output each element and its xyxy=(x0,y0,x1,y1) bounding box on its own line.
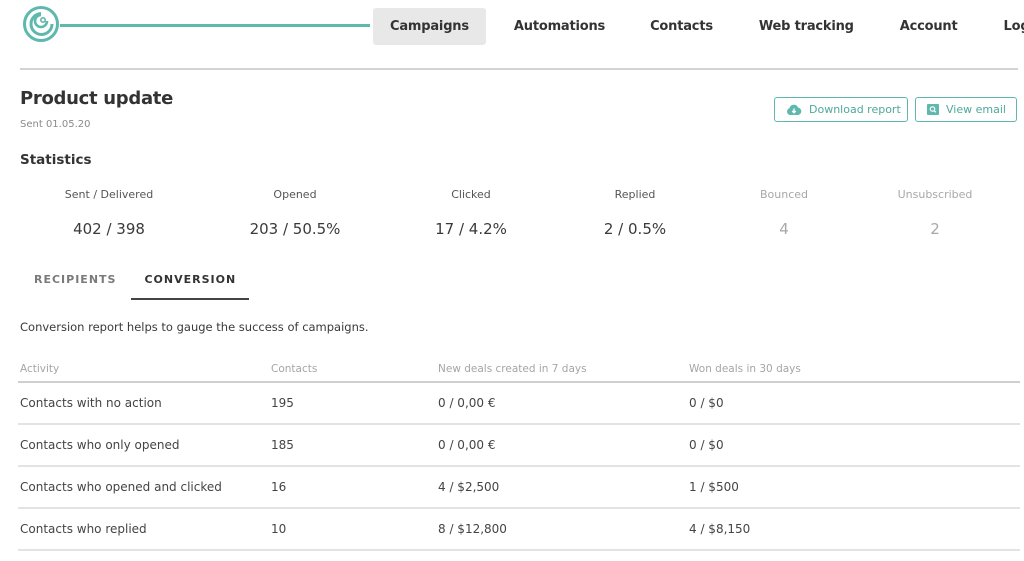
column-header-contacts: Contacts xyxy=(271,362,318,375)
stat-replied: Replied 2 / 0.5% xyxy=(560,188,710,238)
cell-activity: Contacts who opened and clicked xyxy=(20,480,222,494)
cell-activity: Contacts who only opened xyxy=(20,438,180,452)
cell-contacts: 10 xyxy=(271,522,287,536)
nav-campaigns[interactable]: Campaigns xyxy=(373,8,486,45)
column-header-new-deals: New deals created in 7 days xyxy=(438,362,587,375)
conversion-description: Conversion report helps to gauge the suc… xyxy=(20,320,369,334)
spiral-logo-icon[interactable] xyxy=(22,5,60,43)
stat-sent-delivered: Sent / Delivered 402 / 398 xyxy=(34,188,184,238)
stat-opened: Opened 203 / 50.5% xyxy=(220,188,370,238)
tab-conversion[interactable]: CONVERSION xyxy=(131,264,250,300)
header: Campaigns Automations Contacts Web track… xyxy=(0,0,1024,70)
cell-won-deals: 1 / $500 xyxy=(689,480,739,494)
main-nav: Campaigns Automations Contacts Web track… xyxy=(373,8,1024,45)
table-row: Contacts who replied 10 8 / $12,800 4 / … xyxy=(18,509,1020,551)
search-icon xyxy=(927,104,939,116)
cell-activity: Contacts who replied xyxy=(20,522,147,536)
stat-value: 2 xyxy=(930,220,940,238)
stat-value: 203 / 50.5% xyxy=(249,220,341,238)
cell-contacts: 16 xyxy=(271,480,287,494)
stat-value: 17 / 4.2% xyxy=(435,220,507,238)
cell-new-deals: 8 / $12,800 xyxy=(438,522,507,536)
header-divider xyxy=(20,68,1018,70)
download-report-button[interactable]: Download report xyxy=(774,97,908,122)
nav-logout[interactable]: Logout xyxy=(987,8,1024,45)
cell-won-deals: 0 / $0 xyxy=(689,396,724,410)
cell-activity: Contacts with no action xyxy=(20,396,162,410)
nav-account[interactable]: Account xyxy=(883,8,975,45)
table-row: Contacts with no action 195 0 / 0,00 € 0… xyxy=(18,383,1020,425)
stat-clicked: Clicked 17 / 4.2% xyxy=(396,188,546,238)
cell-won-deals: 4 / $8,150 xyxy=(689,522,751,536)
stat-label: Sent / Delivered xyxy=(64,188,154,201)
stat-bounced: Bounced 4 xyxy=(709,188,859,238)
table-row: Contacts who only opened 185 0 / 0,00 € … xyxy=(18,425,1020,467)
stat-label: Clicked xyxy=(451,188,491,201)
column-header-won-deals: Won deals in 30 days xyxy=(689,362,801,375)
nav-automations[interactable]: Automations xyxy=(497,8,622,45)
table-header: Activity Contacts New deals created in 7… xyxy=(18,356,1020,383)
stat-value: 2 / 0.5% xyxy=(603,220,667,238)
stat-label: Unsubscribed xyxy=(897,188,973,201)
sent-date: Sent 01.05.20 xyxy=(20,119,91,130)
cloud-download-icon xyxy=(786,104,802,116)
stat-label: Bounced xyxy=(759,188,809,201)
cell-new-deals: 4 / $2,500 xyxy=(438,480,500,494)
cell-contacts: 185 xyxy=(271,438,294,452)
logo-line-divider xyxy=(60,24,370,27)
stat-label: Replied xyxy=(614,188,656,201)
statistics-heading: Statistics xyxy=(20,152,92,168)
page-title: Product update xyxy=(20,88,174,109)
view-email-label: View email xyxy=(946,103,1006,116)
stat-value: 402 / 398 xyxy=(73,220,145,238)
nav-web-tracking[interactable]: Web tracking xyxy=(742,8,871,45)
nav-contacts[interactable]: Contacts xyxy=(633,8,730,45)
tab-recipients[interactable]: RECIPIENTS xyxy=(20,264,130,300)
report-tabs: RECIPIENTS CONVERSION xyxy=(20,264,250,300)
cell-won-deals: 0 / $0 xyxy=(689,438,724,452)
view-email-button[interactable]: View email xyxy=(915,97,1017,122)
conversion-table: Activity Contacts New deals created in 7… xyxy=(18,356,1020,551)
cell-new-deals: 0 / 0,00 € xyxy=(438,438,496,452)
cell-new-deals: 0 / 0,00 € xyxy=(438,396,496,410)
download-report-label: Download report xyxy=(809,103,901,116)
table-row: Contacts who opened and clicked 16 4 / $… xyxy=(18,467,1020,509)
stat-label: Opened xyxy=(273,188,317,201)
column-header-activity: Activity xyxy=(20,362,60,375)
stat-unsubscribed: Unsubscribed 2 xyxy=(860,188,1010,238)
cell-contacts: 195 xyxy=(271,396,294,410)
stat-value: 4 xyxy=(779,220,789,238)
